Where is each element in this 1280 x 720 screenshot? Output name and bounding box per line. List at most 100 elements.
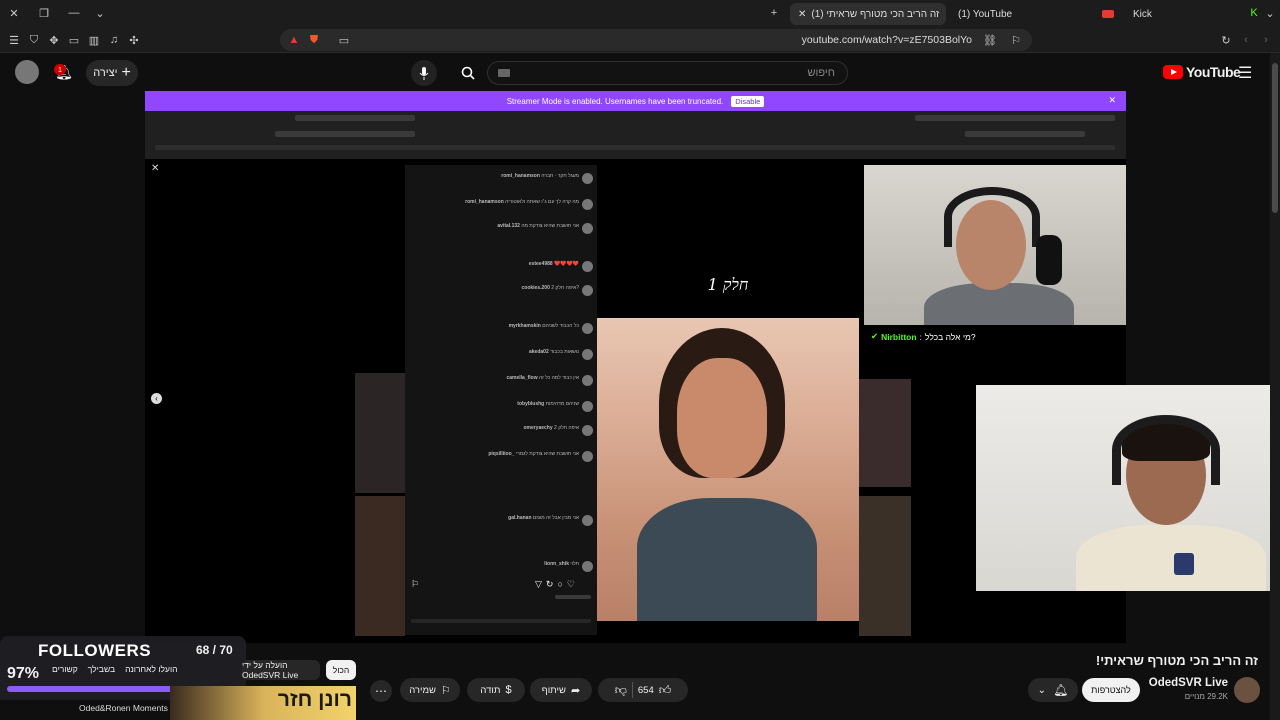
menu-icon[interactable]: ☰ xyxy=(6,32,22,48)
thumbnail-text: רונן חזר xyxy=(277,688,352,711)
plus-icon: + xyxy=(121,64,131,81)
close-banner-icon[interactable]: ✕ xyxy=(1108,95,1116,106)
recommended-video-thumbnail[interactable]: רונן חזר xyxy=(170,686,356,720)
share-label: שיתוף xyxy=(541,684,566,696)
forward-icon[interactable]: › xyxy=(1258,32,1274,48)
scrollbar-thumb[interactable] xyxy=(1272,63,1278,213)
chat-separator: : xyxy=(919,331,922,342)
voice-search-button[interactable] xyxy=(411,60,437,86)
like-icon[interactable]: 👍︎ xyxy=(659,683,672,698)
brave-shield-icon[interactable]: ⛊ xyxy=(306,32,322,48)
inner-browser-chrome xyxy=(145,111,1126,159)
search-placeholder: חיפוש xyxy=(807,67,835,79)
comment-item: romi_hanamson מה קרה לך עם ג׳ו שאתה ולאו… xyxy=(411,199,595,210)
chip-for-you[interactable]: בשבילך xyxy=(88,664,115,674)
tab-youtube[interactable]: (1) YouTube xyxy=(950,3,1090,25)
comment-item: piqsilliioo_ אני חושבת שהיא צודקת לגמרי xyxy=(411,451,595,462)
comment-item: romi_hanamson מעגל חקר · חברה xyxy=(411,173,595,184)
url-text: youtube.com/watch?v=zE7503BolYo xyxy=(801,34,972,46)
create-button[interactable]: יצירה + xyxy=(86,60,138,86)
close-window-icon[interactable]: ✕ xyxy=(6,5,22,21)
music-icon[interactable]: ♫ xyxy=(106,32,122,48)
bell-icon: 🔔︎ xyxy=(1053,683,1069,697)
streamer-mode-banner: Streamer Mode is enabled. Usernames have… xyxy=(145,91,1126,111)
kick-favicon-icon: K xyxy=(1250,7,1258,19)
disable-streamer-mode-button[interactable]: Disable xyxy=(731,95,765,107)
video-title: זה הריב הכי מטורף שראיתי! xyxy=(1095,653,1258,668)
blurred-thumbnail xyxy=(355,373,405,493)
chevron-down-icon[interactable]: ⌄ xyxy=(92,5,108,21)
tab-kick[interactable]: Kick xyxy=(1094,3,1234,25)
blurred-thumbnail xyxy=(859,496,911,636)
guide-menu-icon[interactable]: ☰ xyxy=(1238,63,1252,83)
comment-item: myrkhamskin כל הכבוד לשניהם xyxy=(411,323,595,334)
restore-window-icon[interactable]: ❐ xyxy=(36,5,52,21)
channel-name[interactable]: OdedSVR Live xyxy=(1149,677,1228,689)
comment-item: camella_flow אין כבוד למה כל זה xyxy=(411,375,595,386)
chip-all[interactable]: הכול xyxy=(326,660,356,680)
search-button[interactable] xyxy=(452,61,484,85)
recommended-channel[interactable]: Oded&Ronen Moments xyxy=(79,703,168,713)
close-post-icon[interactable]: ✕ xyxy=(151,163,159,174)
facecam-overlay xyxy=(976,385,1280,591)
youtube-logo-text: YouTube xyxy=(1186,64,1241,80)
moderator-icon: ✔ xyxy=(871,331,879,341)
reload-icon[interactable]: ↻ xyxy=(1218,32,1234,48)
url-field[interactable]: ▲ ⛊ ▭ youtube.com/watch?v=zE7503BolYo ⛓ … xyxy=(280,29,1032,51)
save-post-icon[interactable]: ⚐ xyxy=(411,579,419,590)
back-icon[interactable]: ‹ xyxy=(1238,32,1254,48)
tabs-icon[interactable]: ▭ xyxy=(66,32,82,48)
search-input[interactable]: חיפוש xyxy=(487,61,848,85)
blurred-thumbnail xyxy=(859,379,911,487)
chat-text: מי אלה בכלל? xyxy=(924,331,976,342)
save-label: שמירה xyxy=(409,684,436,696)
reader-mode-icon[interactable]: ▭ xyxy=(336,32,352,48)
close-tab-icon[interactable]: ✕ xyxy=(798,9,806,20)
shield-icon[interactable]: ⛉ xyxy=(26,32,42,48)
keyboard-icon[interactable] xyxy=(498,69,510,77)
tab-label: Kick xyxy=(1133,8,1152,20)
channel-avatar[interactable] xyxy=(1234,677,1260,703)
blurred-thumbnail xyxy=(355,496,405,636)
notifications-button[interactable]: ⌄ 🔔︎ xyxy=(1028,678,1078,702)
chip-uploaded-by[interactable]: הועלה על ידי OdedSVR Live xyxy=(242,660,320,680)
reel-frame xyxy=(597,318,859,621)
related-filter-chips: הועלו לאחרונה בשבילך קשורים xyxy=(52,660,178,678)
previous-post-icon[interactable]: ‹ xyxy=(151,393,162,404)
sidebar-icon[interactable]: ▥ xyxy=(86,32,102,48)
comment-item: omeryaechy איפה חלק 2 xyxy=(411,425,595,436)
share-button[interactable]: שיתוף ➦ xyxy=(530,678,592,702)
bookmark-icon: ⚐ xyxy=(440,684,451,697)
super-thanks-icon: $ xyxy=(505,684,512,696)
bookmark-icon[interactable]: ⚐ xyxy=(1008,32,1024,48)
minimize-window-icon[interactable]: — xyxy=(66,5,82,21)
browser-tab-bar: ✕ ❐ — ⌄ + ✕ (1) זה הריב הכי מטורף שראיתי… xyxy=(0,0,1280,27)
youtube-logo[interactable]: YouTube xyxy=(1163,64,1241,80)
reel-video[interactable]: חלק 1 xyxy=(597,165,859,635)
extensions-icon[interactable]: ✥ xyxy=(46,32,62,48)
thanks-button[interactable]: תודה $ xyxy=(467,678,525,702)
reel-caption: חלק 1 xyxy=(707,275,749,294)
instagram-comments-panel: romi_hanamson מעגל חקר · חברה romi_hanam… xyxy=(405,165,597,635)
chip-related[interactable]: קשורים xyxy=(52,664,78,674)
chip-recent[interactable]: הועלו לאחרונה xyxy=(125,664,178,674)
page-scrollbar[interactable] xyxy=(1270,53,1280,720)
tab-active-video[interactable]: ✕ (1) זה הריב הכי מטורף שראיתי xyxy=(790,3,946,25)
tab-menu-icon[interactable]: ⌄ xyxy=(1262,5,1278,21)
dislike-icon[interactable]: 👎︎ xyxy=(615,683,627,698)
youtube-favicon-icon xyxy=(1102,10,1114,18)
like-dislike-group: 👎︎ 654 👍︎ xyxy=(598,678,688,702)
new-tab-icon[interactable]: + xyxy=(766,5,782,21)
followers-title: FOLLOWERS xyxy=(38,641,152,660)
save-button[interactable]: שמירה ⚐ xyxy=(400,678,460,702)
account-avatar[interactable] xyxy=(15,60,39,84)
followers-count: 68 / 70 xyxy=(196,643,233,657)
tab-label: (1) זה הריב הכי מטורף שראיתי xyxy=(811,8,940,20)
post-actions-icons[interactable]: ▽↻○♡ xyxy=(535,579,579,590)
more-actions-icon[interactable]: ⋯ xyxy=(370,680,392,702)
youtube-header: 🔔︎ 1 יצירה + חיפוש YouTube ☰ xyxy=(0,53,1280,91)
puzzle-icon[interactable]: ✣ xyxy=(126,32,142,48)
link-icon[interactable]: ⛓ xyxy=(982,32,998,48)
warning-icon[interactable]: ▲ xyxy=(286,32,302,48)
channel-info[interactable]: OdedSVR Live 29.2K מנויים xyxy=(1120,676,1270,706)
